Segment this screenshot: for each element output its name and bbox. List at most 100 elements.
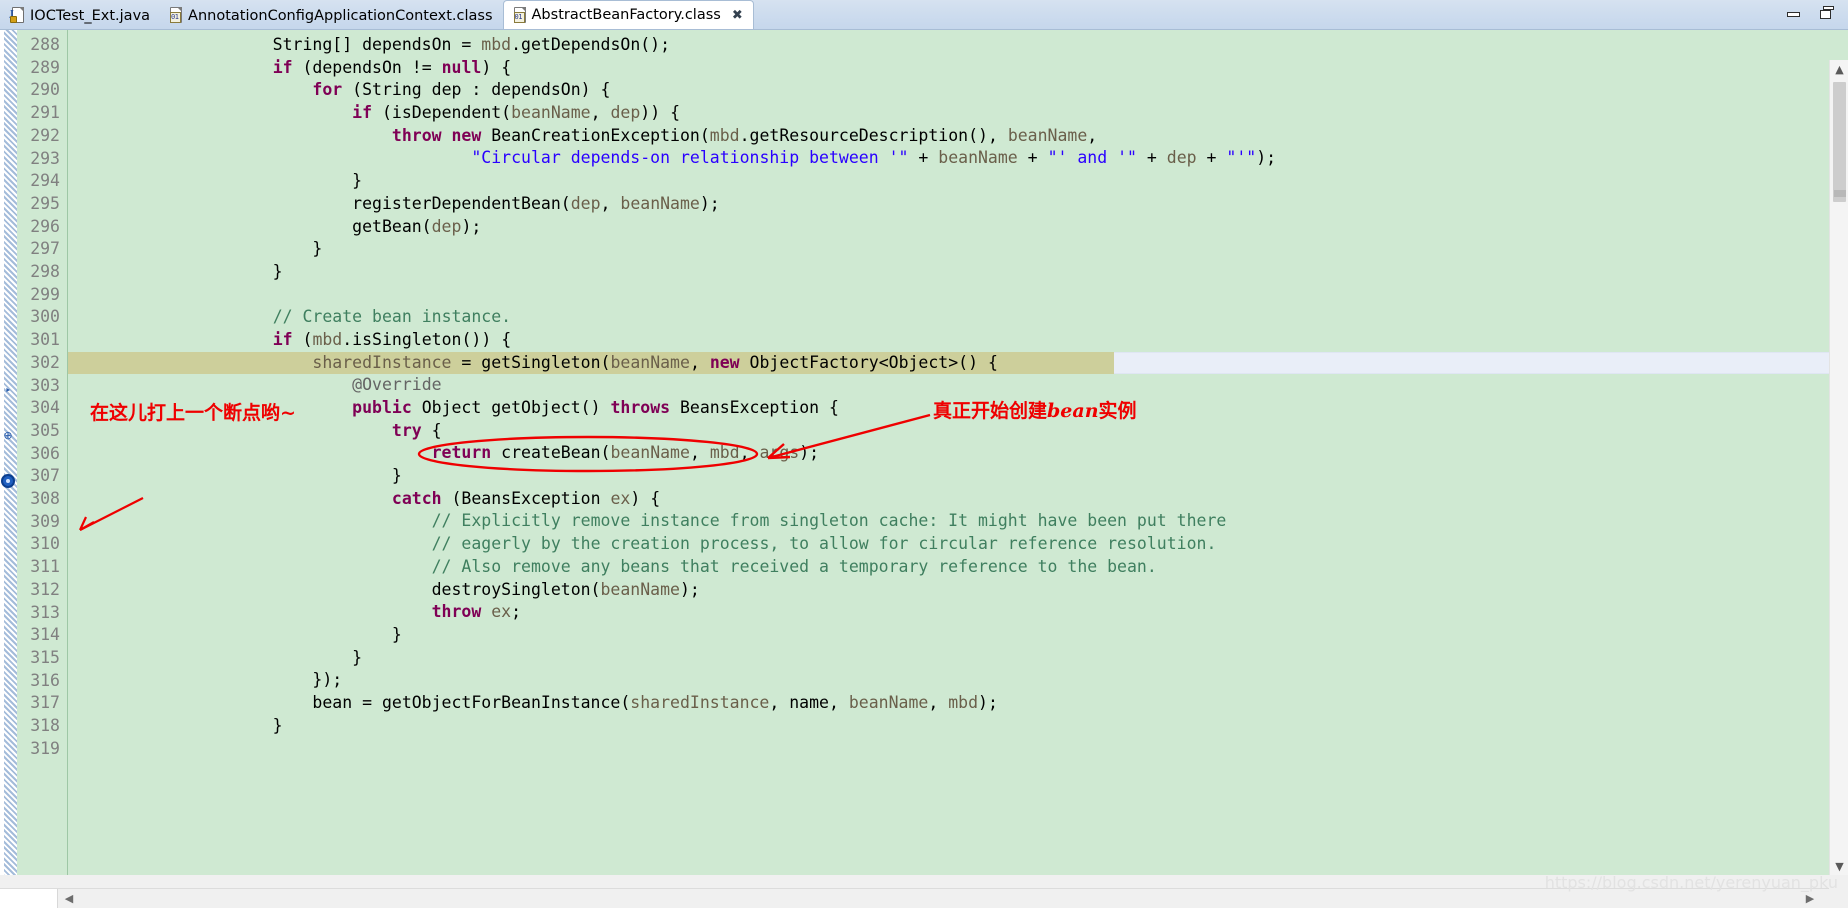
code-token: args: [759, 443, 800, 463]
code-line[interactable]: }: [68, 624, 1848, 647]
code-line[interactable]: @Override: [68, 374, 1848, 397]
code-token: beanName: [600, 579, 680, 599]
code-line-text: registerDependentBean(dep, beanName);: [74, 194, 720, 213]
code-line[interactable]: String[] dependsOn = mbd.getDependsOn();: [68, 34, 1848, 57]
code-line[interactable]: throw ex;: [68, 601, 1848, 624]
override-marker-icon[interactable]: ⊕: [2, 430, 14, 442]
code-line[interactable]: if (isDependent(beanName, dep)) {: [68, 102, 1848, 125]
code-line[interactable]: }: [68, 238, 1848, 261]
code-token: ,: [1087, 125, 1098, 145]
code-line[interactable]: }: [68, 647, 1848, 670]
code-line[interactable]: "Circular depends-on relationship betwee…: [68, 147, 1848, 170]
code-line[interactable]: }: [68, 170, 1848, 193]
code-token: // Explicitly remove instance from singl…: [431, 511, 1227, 531]
line-number: 299: [30, 284, 60, 304]
code-line[interactable]: destroySingleton(beanName);: [68, 579, 1848, 602]
tab-annotationconfigapplicationcontext-class[interactable]: 01 AnnotationConfigApplicationContext.cl…: [160, 2, 502, 29]
restore-icon[interactable]: [1820, 6, 1836, 20]
code-token: ;: [511, 602, 522, 622]
code-token: if: [272, 57, 293, 77]
code-line[interactable]: bean = getObjectForBeanInstance(sharedIn…: [68, 692, 1848, 715]
scroll-annotation-mark[interactable]: [1834, 190, 1846, 197]
code-token: getBean(: [74, 216, 432, 236]
code-line-text: if (mbd.isSingleton()) {: [74, 330, 511, 349]
code-line[interactable]: }: [68, 261, 1848, 284]
override-marker-icon[interactable]: ‣: [2, 385, 14, 397]
code-line[interactable]: }: [68, 465, 1848, 488]
code-line[interactable]: [68, 737, 1848, 760]
code-line[interactable]: });: [68, 669, 1848, 692]
watermark-text: https://blog.csdn.net/yerenyuan_pku: [1544, 873, 1838, 892]
code-line[interactable]: if (dependsOn != null) {: [68, 57, 1848, 80]
code-line[interactable]: sharedInstance = getSingleton(beanName, …: [68, 351, 1848, 375]
code-token: +: [1017, 148, 1048, 168]
code-line[interactable]: // eagerly by the creation process, to a…: [68, 533, 1848, 556]
code-line[interactable]: // Create bean instance.: [68, 306, 1848, 329]
code-line[interactable]: return createBean(beanName, mbd, args);: [68, 442, 1848, 465]
code-line-text: sharedInstance = getSingleton(beanName, …: [74, 352, 997, 372]
code-line[interactable]: public Object getObject() throws BeansEx…: [68, 397, 1848, 420]
code-token: mbd: [481, 35, 512, 54]
marker-bar[interactable]: ‣ ⊕: [0, 30, 17, 908]
scroll-up-icon[interactable]: ▲: [1830, 60, 1848, 78]
code-line-text: "Circular depends-on relationship betwee…: [74, 148, 1276, 167]
code-line[interactable]: // Explicitly remove instance from singl…: [68, 510, 1848, 533]
code-line[interactable]: if (mbd.isSingleton()) {: [68, 329, 1848, 352]
code-token: try: [391, 420, 422, 440]
vertical-scrollbar[interactable]: ▲ ▼: [1829, 60, 1848, 875]
code-line[interactable]: getBean(dep);: [68, 216, 1848, 239]
code-token: +: [1136, 148, 1167, 168]
code-token: }: [74, 466, 402, 486]
code-token: }: [74, 171, 363, 191]
code-line[interactable]: try {: [68, 420, 1848, 443]
tab-ioctest-ext-java[interactable]: J IOCTest_Ext.java: [2, 2, 160, 29]
code-token: ,: [590, 103, 611, 123]
editor-tab-bar: J IOCTest_Ext.java 01 AnnotationConfigAp…: [0, 0, 1848, 30]
code-token: // Create bean instance.: [272, 307, 512, 327]
code-line[interactable]: registerDependentBean(dep, beanName);: [68, 193, 1848, 216]
breakpoint-icon[interactable]: [1, 474, 15, 488]
horizontal-scroll-track[interactable]: [0, 889, 58, 908]
code-line[interactable]: catch (BeansException ex) {: [68, 488, 1848, 511]
line-number: 300: [30, 307, 60, 327]
code-token: @Override: [352, 375, 442, 395]
code-line[interactable]: for (String dep : dependsOn) {: [68, 79, 1848, 102]
line-number: 319: [30, 738, 60, 758]
minimize-icon[interactable]: [1786, 6, 1802, 20]
code-token: destroySingleton(: [74, 579, 601, 599]
code-line-text: if (isDependent(beanName, dep)) {: [74, 103, 680, 122]
code-token: BeansException {: [670, 398, 839, 417]
code-line[interactable]: }: [68, 715, 1848, 738]
scroll-left-icon[interactable]: ◀: [60, 889, 78, 908]
vertical-scroll-thumb[interactable]: [1833, 82, 1846, 202]
line-number: 298: [30, 262, 60, 282]
line-number: 317: [30, 693, 60, 713]
tab-abstractbeanfactory-class[interactable]: 01 AbstractBeanFactory.class ✖: [502, 0, 754, 29]
code-line-text: throw new BeanCreationException(mbd.getR…: [74, 126, 1097, 145]
code-token: ,: [689, 352, 710, 372]
code-line[interactable]: throw new BeanCreationException(mbd.getR…: [68, 125, 1848, 148]
code-token: Object getObject(): [411, 398, 611, 417]
selected-line-band: [1114, 351, 1848, 375]
code-canvas[interactable]: String[] dependsOn = mbd.getDependsOn();…: [68, 30, 1848, 908]
code-line[interactable]: [68, 284, 1848, 307]
line-number: 295: [30, 193, 60, 213]
code-token: createBean(: [491, 443, 611, 463]
class-file-icon: 01: [512, 6, 527, 24]
code-token: if: [272, 329, 293, 349]
code-line-text: throw ex;: [74, 602, 521, 621]
code-token: (BeansException: [441, 488, 611, 508]
code-line[interactable]: // Also remove any beans that received a…: [68, 556, 1848, 579]
code-token: );: [699, 193, 720, 213]
close-icon[interactable]: ✖: [732, 9, 743, 22]
code-line-text: // Create bean instance.: [74, 307, 511, 326]
code-token: catch: [391, 488, 442, 508]
line-number-gutter: 288 289 290 291 292 293 294 295 296 297 298 299 300 3…: [17, 30, 68, 908]
code-token: beanName: [1007, 125, 1088, 145]
code-token: ) {: [481, 57, 512, 77]
